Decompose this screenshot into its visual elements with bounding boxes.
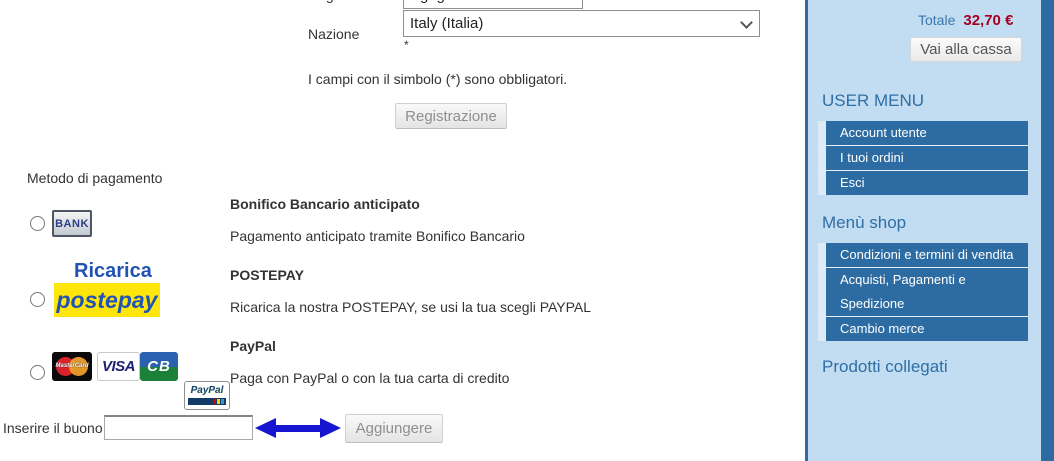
- regione-label: Regione: [308, 0, 360, 3]
- nazione-select[interactable]: Italy (Italia): [403, 10, 760, 37]
- related-products-heading: Prodotti collegati: [822, 357, 948, 376]
- chevron-down-icon: [740, 15, 753, 29]
- payment-title-bonifico: Bonifico Bancario anticipato: [230, 196, 420, 212]
- sidebar-item-i-tuoi-ordini[interactable]: I tuoi ordini: [818, 146, 1028, 171]
- payment-desc-paypal: Paga con PayPal o con la tua carta di cr…: [230, 370, 510, 386]
- radio-postepay[interactable]: [30, 292, 45, 307]
- coupon-input[interactable]: [104, 415, 253, 440]
- cb-icon-text: CB: [147, 358, 171, 375]
- cb-icon: CB: [140, 352, 178, 381]
- sidebar-item-account-utente[interactable]: Account utente: [818, 121, 1028, 146]
- regione-select-value: Agrigento: [410, 0, 474, 4]
- bank-icon-label: BANK: [55, 217, 89, 230]
- postepay-logo-text: postepay: [56, 286, 158, 313]
- cart-total: Totale 32,70 €: [918, 12, 1013, 29]
- radio-bonifico[interactable]: [30, 216, 45, 231]
- user-menu: Account utente I tuoi ordini Esci: [818, 121, 1028, 195]
- paypal-icon-bar: [188, 398, 226, 405]
- nazione-label: Nazione: [308, 26, 360, 42]
- radio-paypal[interactable]: [30, 365, 45, 380]
- shop-menu: Condizioni e termini di vendita Acquisti…: [818, 243, 1028, 341]
- payment-title-paypal: PayPal: [230, 338, 276, 354]
- checkout-page: Regione Agrigento Italy (Italia) Nazione…: [0, 0, 1054, 461]
- total-value: 32,70 €: [963, 12, 1014, 29]
- sidebar-item-cambio-merce[interactable]: Cambio merce: [818, 317, 1028, 341]
- paypal-icon: PayPal: [184, 381, 230, 410]
- mastercard-icon-text: MasterCard: [55, 363, 89, 369]
- required-mark: *: [404, 38, 409, 52]
- nazione-select-value: Italy (Italia): [410, 15, 484, 32]
- required-fields-note: I campi con il simbolo (*) sono obbligat…: [308, 71, 568, 87]
- visa-icon-text: VISA: [101, 358, 136, 375]
- postepay-logo: postepay: [54, 283, 160, 317]
- total-label: Totale: [918, 12, 956, 28]
- coupon-label: Inserire il buono: [3, 420, 103, 436]
- visa-icon: VISA: [97, 352, 140, 381]
- mastercard-icon: MasterCard: [52, 352, 92, 381]
- postepay-logo-ricarica: Ricarica: [74, 260, 152, 282]
- sidebar-item-esci[interactable]: Esci: [818, 171, 1028, 195]
- payment-desc-bonifico: Pagamento anticipato tramite Bonifico Ba…: [230, 228, 525, 244]
- annotation-double-arrow: [255, 418, 341, 438]
- payment-section-label: Metodo di pagamento: [27, 170, 163, 186]
- sidebar-item-acquisti-pagamenti[interactable]: Acquisti, Pagamenti e Spedizione: [818, 268, 1028, 317]
- vai-alla-cassa-button[interactable]: Vai alla cassa: [910, 37, 1022, 62]
- aggiungere-button[interactable]: Aggiungere: [345, 414, 443, 443]
- user-menu-heading: USER MENU: [822, 91, 925, 110]
- sidebar-right-edge: [1041, 0, 1054, 461]
- paypal-icon-text: PayPal: [190, 385, 224, 396]
- sidebar-item-condizioni[interactable]: Condizioni e termini di vendita: [818, 243, 1028, 268]
- regione-select[interactable]: Agrigento: [403, 0, 583, 9]
- shop-menu-heading: Menù shop: [822, 213, 907, 232]
- registrazione-button[interactable]: Registrazione: [395, 103, 507, 129]
- payment-title-postepay: POSTEPAY: [230, 267, 304, 283]
- bank-icon: BANK: [52, 210, 92, 237]
- payment-desc-postepay: Ricarica la nostra POSTEPAY, se usi la t…: [230, 299, 592, 315]
